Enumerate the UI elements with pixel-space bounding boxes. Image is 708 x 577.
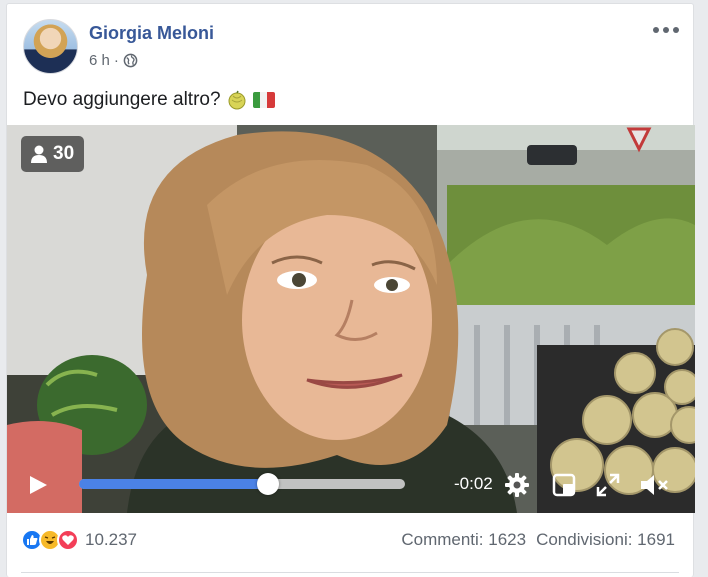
viewer-count: 30: [53, 143, 75, 164]
video-controls: -0:02: [7, 465, 695, 505]
shares-count[interactable]: Condivisioni: 1691: [536, 530, 675, 550]
melon-icon: [228, 90, 246, 110]
post-text-content: Devo aggiungere altro?: [23, 89, 221, 110]
settings-gear-icon[interactable]: [504, 472, 530, 498]
reaction-count: 10.237: [85, 530, 137, 549]
viewer-count-badge: 30: [21, 136, 85, 172]
time-remaining: -0:02: [454, 474, 493, 493]
post-card: Giorgia Meloni 6 h · Devo aggiungere alt…: [6, 3, 695, 577]
progress-bar[interactable]: [79, 473, 405, 495]
italy-flag-icon: [252, 92, 275, 108]
reactions-summary[interactable]: 10.237: [21, 529, 137, 551]
author-name[interactable]: Giorgia Meloni: [89, 23, 214, 44]
more-options-icon[interactable]: [653, 22, 679, 38]
post-text: Devo aggiungere altro?: [23, 89, 275, 111]
post-meta: 6 h ·: [89, 52, 138, 69]
progress-fill: [79, 479, 269, 489]
globe-icon[interactable]: [123, 53, 138, 68]
engagement-stats: Commenti: 1623 Condivisioni: 1691: [401, 530, 675, 550]
mute-icon[interactable]: [639, 472, 669, 498]
meta-separator: ·: [113, 52, 119, 69]
progress-knob[interactable]: [257, 473, 280, 495]
footer-divider: [21, 572, 679, 573]
author-avatar[interactable]: [23, 19, 78, 74]
miniplayer-icon[interactable]: [552, 473, 576, 497]
video-frame: [7, 125, 695, 513]
person-icon: [31, 145, 47, 163]
play-icon[interactable]: [27, 474, 49, 496]
fullscreen-icon[interactable]: [596, 473, 620, 497]
video-player[interactable]: 30 -0:02: [7, 125, 695, 513]
comments-count[interactable]: Commenti: 1623: [401, 530, 526, 550]
post-time[interactable]: 6 h: [89, 52, 110, 69]
love-reaction-icon: [57, 529, 79, 551]
